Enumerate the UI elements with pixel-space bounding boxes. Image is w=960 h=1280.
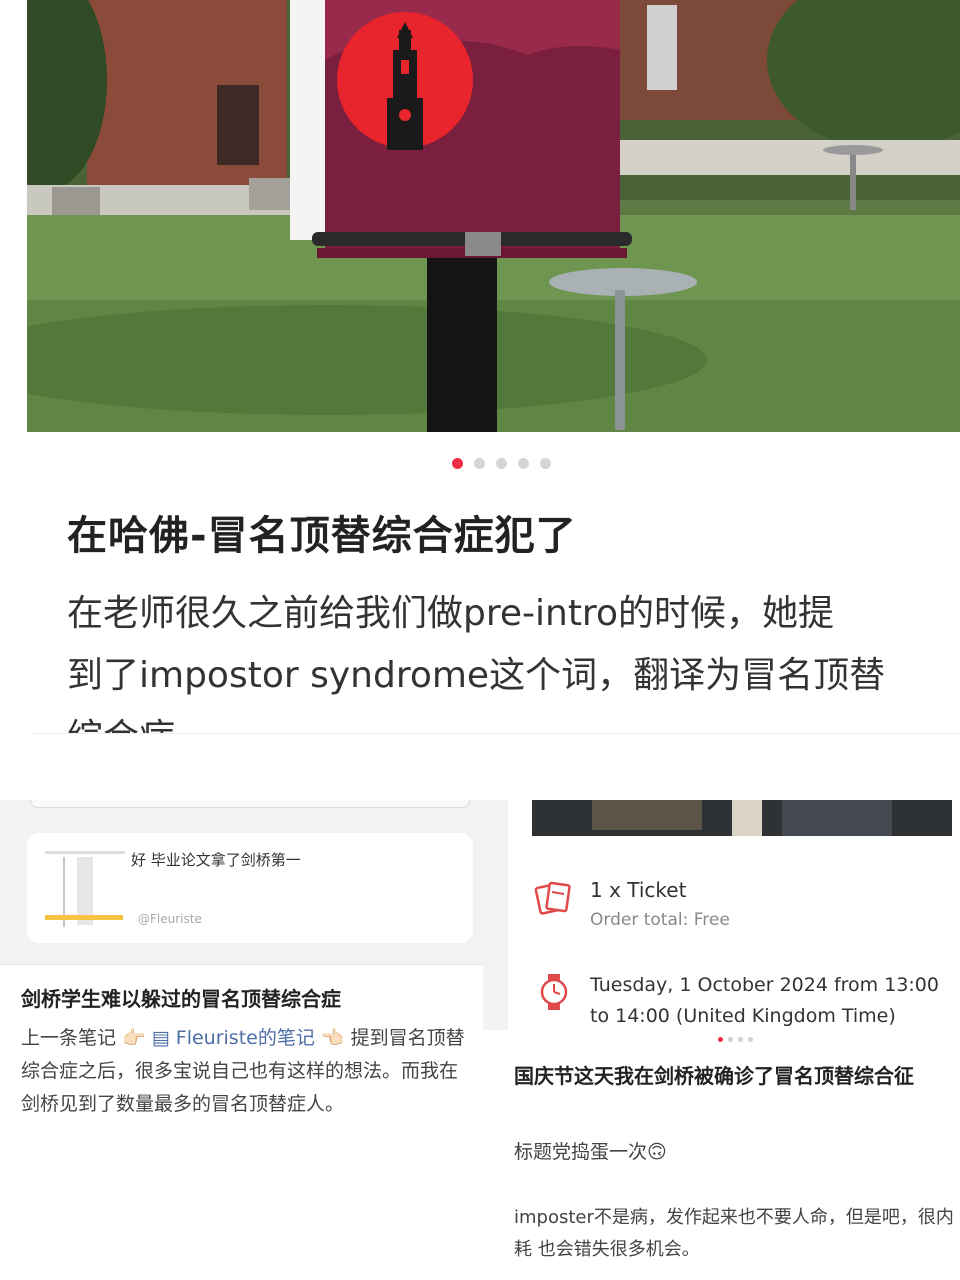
carousel-dot[interactable] [495, 458, 507, 469]
post-title: 在哈佛-冒名顶替综合症犯了 [67, 513, 577, 559]
search-bar-edge [30, 800, 470, 808]
carousel-dot[interactable] [473, 458, 485, 469]
note-body: imposter不是病，发作起来也不要人命，但是吧，很内耗 也会错失很多机会。 [514, 1207, 954, 1260]
harvard-banner-photo [27, 0, 960, 432]
ticket-icon [534, 881, 571, 915]
post-body-line: 在老师很久之前给我们做pre-intro的时候，她提 [67, 593, 834, 634]
note-cover-screenshot: 好 毕业论文拿了剑桥第一 @Fleuriste [0, 800, 483, 965]
carousel-indicator [0, 458, 960, 469]
note-title: 剑桥学生难以躲过的冒名顶替综合症 [21, 987, 341, 1011]
note-subtitle: 标题党捣蛋一次🙃 [514, 1141, 667, 1163]
post-body[interactable]: 在老师很久之前给我们做pre-intro的时候，她提 到了impostor sy… [67, 583, 947, 733]
post-image-carousel[interactable] [27, 0, 960, 432]
carousel-dot[interactable] [748, 1037, 753, 1042]
section-divider [30, 733, 960, 734]
carousel-dot[interactable] [539, 458, 551, 469]
note-card-right[interactable]: 1 x Ticket Order total: Free Tuesday, 1 … [508, 800, 960, 1280]
event-date: Tuesday, 1 October 2024 from 13:00 to 14… [590, 974, 939, 1027]
note-link[interactable]: ▤ Fleuriste的笔记 [152, 1027, 315, 1049]
post-body-line: 到了impostor syndrome这个词，翻译为冒名顶替 [67, 655, 886, 696]
post-body-line: 综合症 [67, 707, 947, 733]
note-body: 上一条笔记 👉🏻 ▤ Fleuriste的笔记 👈🏻 提到冒名顶替综合症之后，很… [21, 1022, 476, 1121]
note-cover-photo [532, 800, 952, 836]
quoted-note-author[interactable]: @Fleuriste [138, 912, 202, 926]
quoted-note-text: 好 毕业论文拿了剑桥第一 [131, 851, 301, 869]
spreadsheet-thumbnail-icon [43, 849, 127, 929]
note-title: 国庆节这天我在剑桥被确诊了冒名顶替综合征 [514, 1064, 914, 1088]
note-icon: ▤ [151, 1027, 176, 1049]
carousel-dot-active[interactable] [718, 1037, 723, 1042]
column-gap [483, 800, 508, 1030]
order-total: Order total: Free [590, 910, 730, 930]
note-card-left[interactable]: 好 毕业论文拿了剑桥第一 @Fleuriste 剑桥学生难以躲过的冒名顶替综合症… [0, 800, 483, 1280]
carousel-dot-active[interactable] [451, 458, 463, 469]
carousel-dot[interactable] [728, 1037, 733, 1042]
carousel-dot[interactable] [517, 458, 529, 469]
carousel-indicator-small [718, 1037, 753, 1042]
note-body-prefix: 上一条笔记 [21, 1027, 117, 1049]
carousel-dot[interactable] [738, 1037, 743, 1042]
desk-photo [532, 800, 952, 836]
pointing-left-icon: 👈🏻 [320, 1027, 345, 1049]
ticket-quantity: 1 x Ticket [590, 878, 687, 902]
pointing-right-icon: 👉🏻 [122, 1027, 146, 1049]
quoted-note-card[interactable]: 好 毕业论文拿了剑桥第一 @Fleuriste [27, 833, 473, 943]
watch-icon [540, 974, 568, 1010]
note-link-label: Fleuriste的笔记 [175, 1027, 315, 1049]
